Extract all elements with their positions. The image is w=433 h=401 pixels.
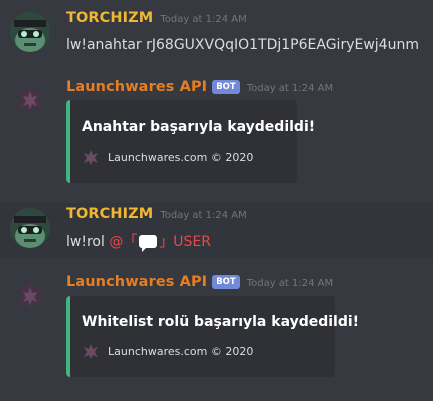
embed-title: Whitelist rolü başarıyla kaydedildi! <box>82 314 360 330</box>
chat-message-list: TORCHIZM Today at 1:24 AM lw!anahtar rJ6… <box>0 0 433 401</box>
message-user-key: TORCHIZM Today at 1:24 AM lw!anahtar rJ6… <box>0 0 433 66</box>
username[interactable]: TORCHIZM <box>66 206 153 222</box>
mention-prefix: @「 <box>109 234 138 250</box>
robot-avatar-icon[interactable] <box>10 208 50 248</box>
embed-title: Anahtar başarıyla kaydedildi! <box>82 119 316 135</box>
embed-footer-text: Launchwares.com © 2020 <box>108 344 254 358</box>
launchwares-logo-icon[interactable] <box>10 79 50 119</box>
bot-tag: BOT <box>212 275 240 289</box>
bot-username[interactable]: Launchwares API <box>66 274 207 290</box>
timestamp: Today at 1:24 AM <box>246 278 334 289</box>
embed-footer: Launchwares.com © 2020 <box>82 148 253 166</box>
mention-suffix: 」USER <box>159 234 212 250</box>
message-bot-role-response: Launchwares API BOT Today at 1:24 AM Whi… <box>0 262 433 401</box>
launchwares-footer-icon <box>82 148 100 166</box>
timestamp: Today at 1:24 AM <box>246 83 334 94</box>
timestamp: Today at 1:24 AM <box>160 210 247 221</box>
bot-tag: BOT <box>212 80 240 94</box>
username[interactable]: TORCHIZM <box>66 10 153 26</box>
bot-username[interactable]: Launchwares API <box>66 79 207 95</box>
message-text: lw!rol @「 」USER <box>66 231 212 252</box>
chat-bubble-icon <box>139 235 158 252</box>
embed: Anahtar başarıyla kaydedildi! Launchware… <box>66 100 315 183</box>
message-text: lw!anahtar rJ68GUXVQqIO1TDj1P6EAGiryEwj4… <box>66 37 419 53</box>
embed-footer-text: Launchwares.com © 2020 <box>108 150 254 164</box>
timestamp: Today at 1:24 AM <box>160 14 247 25</box>
launchwares-footer-icon <box>82 342 100 360</box>
command-text: lw!rol <box>66 234 105 250</box>
message-user-role: TORCHIZM Today at 1:24 AM lw!rol @「 」USER <box>0 203 433 259</box>
embed-footer: Launchwares.com © 2020 <box>82 342 253 360</box>
role-mention[interactable]: @「 」USER <box>109 234 212 252</box>
launchwares-logo-icon[interactable] <box>10 275 50 315</box>
robot-avatar-icon[interactable] <box>10 12 50 52</box>
embed: Whitelist rolü başarıyla kaydedildi! Lau… <box>66 296 359 377</box>
message-bot-key-response: Launchwares API BOT Today at 1:24 AM Ana… <box>0 66 433 196</box>
